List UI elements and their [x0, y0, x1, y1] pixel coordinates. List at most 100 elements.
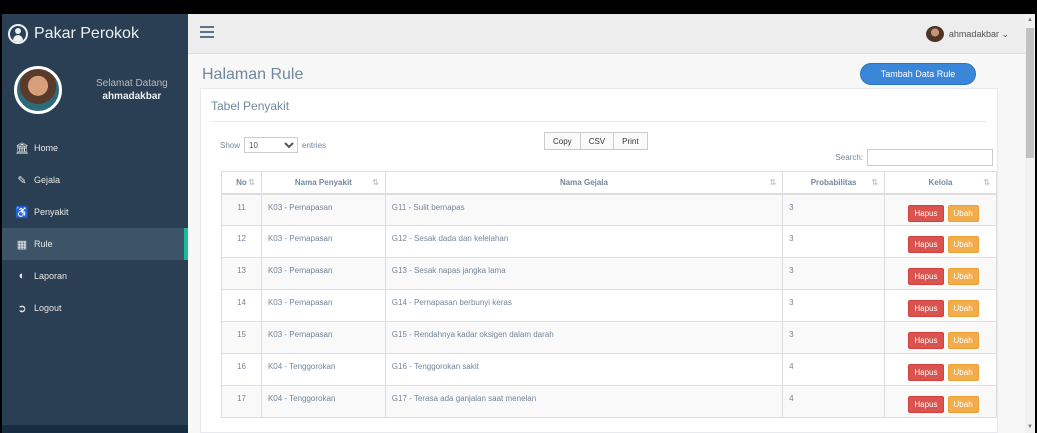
sidebar-item-label: Logout [34, 303, 62, 313]
profile: Selamat Datang ahmadakbar [2, 54, 188, 126]
column-header-kelola[interactable]: Kelola ⇅ [884, 171, 997, 195]
panel-title: Tabel Penyakit [211, 99, 290, 113]
sidebar-item-laporan[interactable]: ◐ Laporan [2, 260, 188, 292]
edit-button[interactable]: Ubah [947, 396, 979, 413]
print-button[interactable]: Print [614, 132, 648, 150]
sidebar-item-logout[interactable]: ➲ Logout [2, 292, 188, 324]
cell-gejala: G15 - Rendahnya kadar oksigen dalam dara… [384, 321, 784, 354]
sidebar-item-label: Home [34, 143, 59, 153]
entries-label: entries [302, 140, 327, 150]
delete-button[interactable]: Hapus [908, 268, 944, 285]
cell-penyakit: K03 - Pernapasan [260, 321, 386, 354]
sort-icon: ⇅ [372, 177, 379, 187]
scroll-down-icon[interactable]: ▼ [1027, 424, 1033, 430]
delete-button[interactable]: Hapus [908, 300, 944, 317]
delete-button[interactable]: Hapus [908, 364, 944, 381]
delete-button[interactable]: Hapus [908, 396, 944, 413]
cell-penyakit: K03 - Pernapasan [260, 289, 386, 322]
sidebar-item-label: Laporan [34, 271, 68, 281]
copy-button[interactable]: Copy [544, 132, 581, 150]
cell-kelola: Hapus Ubah [884, 257, 997, 290]
cell-no: 17 [221, 385, 262, 418]
sidebar-item-penyakit[interactable]: ♿ Penyakit [2, 196, 188, 228]
delete-button[interactable]: Hapus [908, 204, 944, 222]
cell-probabilitas: 4 [782, 385, 886, 418]
cell-probabilitas: 3 [782, 321, 886, 354]
table-row: 13 K03 - Pernapasan G13 - Sesak napas ja… [221, 257, 997, 290]
page-scrollbar[interactable]: ▲ ▼ [1025, 14, 1035, 433]
cell-penyakit: K03 - Pernapasan [260, 225, 386, 258]
edit-button[interactable]: Ubah [947, 364, 979, 381]
sidebar-menu: 🏛 Home ✎ Gejala ♿ Penyakit ▦ Rule ◐ Lapo… [2, 132, 188, 324]
sidebar-item-gejala[interactable]: ✎ Gejala [2, 164, 188, 196]
user-head-icon [15, 28, 21, 34]
cell-no: 12 [221, 225, 262, 258]
sidebar-footer [2, 425, 188, 433]
search-input[interactable] [867, 149, 993, 166]
hamburger-menu-icon[interactable] [200, 26, 214, 38]
bank-icon: 🏛 [15, 142, 29, 155]
sort-icon: ⇅ [769, 177, 777, 187]
delete-button[interactable]: Hapus [908, 236, 944, 253]
column-header-penyakit[interactable]: Nama Penyakit ⇅ [260, 171, 386, 195]
csv-button[interactable]: CSV [580, 132, 615, 150]
cell-kelola: Hapus Ubah [884, 193, 997, 226]
table-row: 12 K03 - Pernapasan G12 - Sesak dada dan… [221, 225, 997, 258]
cell-penyakit: K03 - Pernapasan [260, 257, 386, 290]
cell-no: 15 [221, 321, 262, 354]
sort-icon: ⇅ [983, 177, 990, 187]
cell-probabilitas: 4 [782, 353, 886, 386]
edit-button[interactable]: Ubah [947, 204, 979, 222]
cell-gejala: G12 - Sesak dada dan kelelahan [384, 225, 784, 258]
delete-button[interactable]: Hapus [908, 332, 944, 349]
cell-penyakit: K04 - Tenggorokan [260, 385, 386, 418]
sort-icon: ⇅ [248, 177, 255, 187]
brand[interactable]: Pakar Perokok [2, 14, 188, 54]
chart-icon: ◐ [18, 270, 26, 282]
cell-gejala: G17 - Terasa ada ganjalan saat menelan [384, 385, 784, 418]
column-header-no[interactable]: No ⇅ [221, 171, 262, 195]
search-label: Search: [835, 153, 863, 162]
entries-select[interactable]: 10 [244, 137, 299, 153]
scroll-up-icon[interactable]: ▲ [1027, 17, 1033, 23]
edit-button[interactable]: Ubah [947, 332, 979, 349]
sidebar-item-label: Rule [34, 239, 53, 249]
cell-kelola: Hapus Ubah [884, 321, 997, 354]
cell-probabilitas: 3 [782, 289, 886, 322]
table-row: 17 K04 - Tenggorokan G17 - Terasa ada ga… [221, 385, 997, 418]
sidebar-item-label: Gejala [34, 175, 61, 185]
table-header-row: No ⇅ Nama Penyakit ⇅ Nama Gejala ⇅ Probabil… [221, 171, 997, 195]
cell-gejala: G13 - Sesak napas jangka lama [384, 257, 784, 290]
user-name: ahmadakbar ⌄ [948, 28, 1009, 39]
sidebar-item-home[interactable]: 🏛 Home [2, 132, 188, 164]
app-title: Pakar Perokok [34, 25, 139, 42]
cell-gejala: G16 - Tenggorokan sakit [384, 353, 784, 386]
add-rule-button[interactable]: Tambah Data Rule [860, 63, 976, 85]
user-dropdown[interactable]: ahmadakbar ⌄ [925, 26, 1009, 42]
search-control: Search: [835, 149, 993, 166]
scrollbar-thumb[interactable] [1026, 28, 1034, 158]
cell-no: 14 [221, 289, 262, 322]
cell-kelola: Hapus Ubah [884, 385, 997, 418]
sidebar-item-rule[interactable]: ▦ Rule [2, 228, 188, 260]
edit-button[interactable]: Ubah [947, 236, 979, 253]
table-row: 11 K03 - Pernapasan G11 - Sulit bernapas… [221, 193, 997, 226]
page-title: Halaman Rule [202, 66, 304, 83]
edit-button[interactable]: Ubah [947, 268, 979, 285]
cell-no: 16 [221, 353, 262, 386]
app-frame: Pakar Perokok Selamat Datang ahmadakbar … [2, 14, 1035, 433]
cell-kelola: Hapus Ubah [884, 353, 997, 386]
sidebar-item-label: Penyakit [34, 207, 69, 217]
column-header-gejala[interactable]: Nama Gejala ⇅ [384, 171, 784, 195]
cell-penyakit: K03 - Pernapasan [260, 193, 386, 226]
edit-button[interactable]: Ubah [947, 300, 979, 317]
edit-icon: ✎ [17, 174, 27, 187]
rule-table: No ⇅ Nama Penyakit ⇅ Nama Gejala ⇅ Probabil… [221, 171, 997, 418]
column-header-probabilitas[interactable]: Probabilitas ⇅ [782, 171, 886, 195]
table-row: 16 K04 - Tenggorokan G16 - Tenggorokan s… [221, 353, 997, 386]
table-icon: ▦ [16, 238, 28, 251]
table-panel: Tabel Penyakit Show 10 entries Copy CSV … [200, 88, 998, 433]
cell-probabilitas: 3 [782, 225, 886, 258]
show-label: Show [220, 140, 241, 150]
welcome-text: Selamat Datang [96, 78, 168, 89]
